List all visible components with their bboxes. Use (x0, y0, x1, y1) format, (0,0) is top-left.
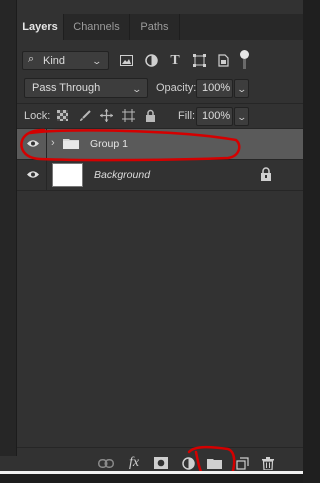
layers-panel: Layers Channels Paths ⌕ Kind ⌄ T Pass Th… (0, 0, 303, 483)
left-dock-strip (0, 0, 17, 456)
lock-all-icon[interactable] (143, 108, 158, 123)
fill-slider-button[interactable]: ⌄ (234, 107, 249, 126)
lock-artboard-icon[interactable] (121, 108, 136, 123)
layer-name[interactable]: Background (94, 169, 150, 181)
mask-icon[interactable] (153, 455, 169, 471)
chevron-down-icon: ⌄ (236, 84, 248, 94)
smart-object-filter-icon[interactable] (216, 53, 230, 68)
eye-icon (27, 140, 39, 147)
tab-channels[interactable]: Channels (64, 14, 130, 40)
divider (17, 103, 303, 104)
expand-chevron-icon[interactable]: › (51, 137, 55, 149)
fill-label: Fill: (178, 110, 196, 122)
link-layers-icon[interactable] (98, 455, 114, 471)
shape-filter-icon[interactable] (192, 53, 206, 68)
divider (17, 190, 303, 191)
blend-mode-dropdown[interactable]: Pass Through ⌄ (24, 78, 148, 98)
opacity-label: Opacity: (156, 82, 197, 94)
layer-name[interactable]: Group 1 (90, 138, 128, 150)
lock-icon (261, 167, 271, 181)
bottom-strip (0, 474, 303, 483)
fx-icon[interactable]: fx (126, 455, 142, 471)
eye-icon (27, 171, 39, 178)
new-layer-icon[interactable] (234, 455, 250, 471)
filter-kind-label: Kind (43, 55, 66, 67)
layer-thumbnail (52, 163, 83, 187)
visibility-toggle[interactable] (17, 160, 47, 190)
folder-icon (63, 139, 79, 149)
type-filter-icon[interactable]: T (168, 53, 182, 68)
tab-paths[interactable]: Paths (130, 14, 180, 40)
panel-tab-bar: Layers Channels Paths (17, 14, 303, 40)
lock-position-icon[interactable] (99, 108, 114, 123)
image-filter-icon[interactable] (119, 53, 133, 68)
blend-mode-value: Pass Through (32, 82, 101, 94)
filter-kind-dropdown[interactable]: ⌕ Kind ⌄ (22, 51, 109, 70)
chevron-down-icon: ⌄ (91, 56, 103, 66)
fill-field[interactable]: 100% (196, 107, 233, 126)
search-icon: ⌕ (28, 53, 35, 65)
visibility-toggle[interactable] (17, 129, 47, 159)
tab-layers[interactable]: Layers (17, 14, 64, 40)
lock-transparent-pixels-icon[interactable] (55, 108, 70, 123)
chevron-down-icon: ⌄ (236, 112, 248, 122)
chevron-down-icon: ⌄ (131, 84, 143, 94)
adjustment-filter-icon[interactable] (144, 53, 158, 68)
new-group-icon[interactable] (206, 455, 222, 471)
red-annotation-marks (20, 128, 241, 482)
filter-toggle-stem (243, 59, 246, 69)
divider (17, 447, 303, 448)
lock-label: Lock: (24, 110, 51, 122)
opacity-slider-button[interactable]: ⌄ (234, 79, 249, 98)
delete-icon[interactable] (260, 455, 276, 471)
filter-toggle-icon[interactable] (240, 50, 249, 59)
lock-image-pixels-icon[interactable] (77, 108, 92, 123)
opacity-field[interactable]: 100% (196, 79, 233, 98)
layer-row-background[interactable]: Background (17, 160, 303, 190)
adjustment-layer-icon[interactable] (180, 455, 196, 471)
layer-row-group-1[interactable]: › Group 1 (17, 129, 303, 159)
